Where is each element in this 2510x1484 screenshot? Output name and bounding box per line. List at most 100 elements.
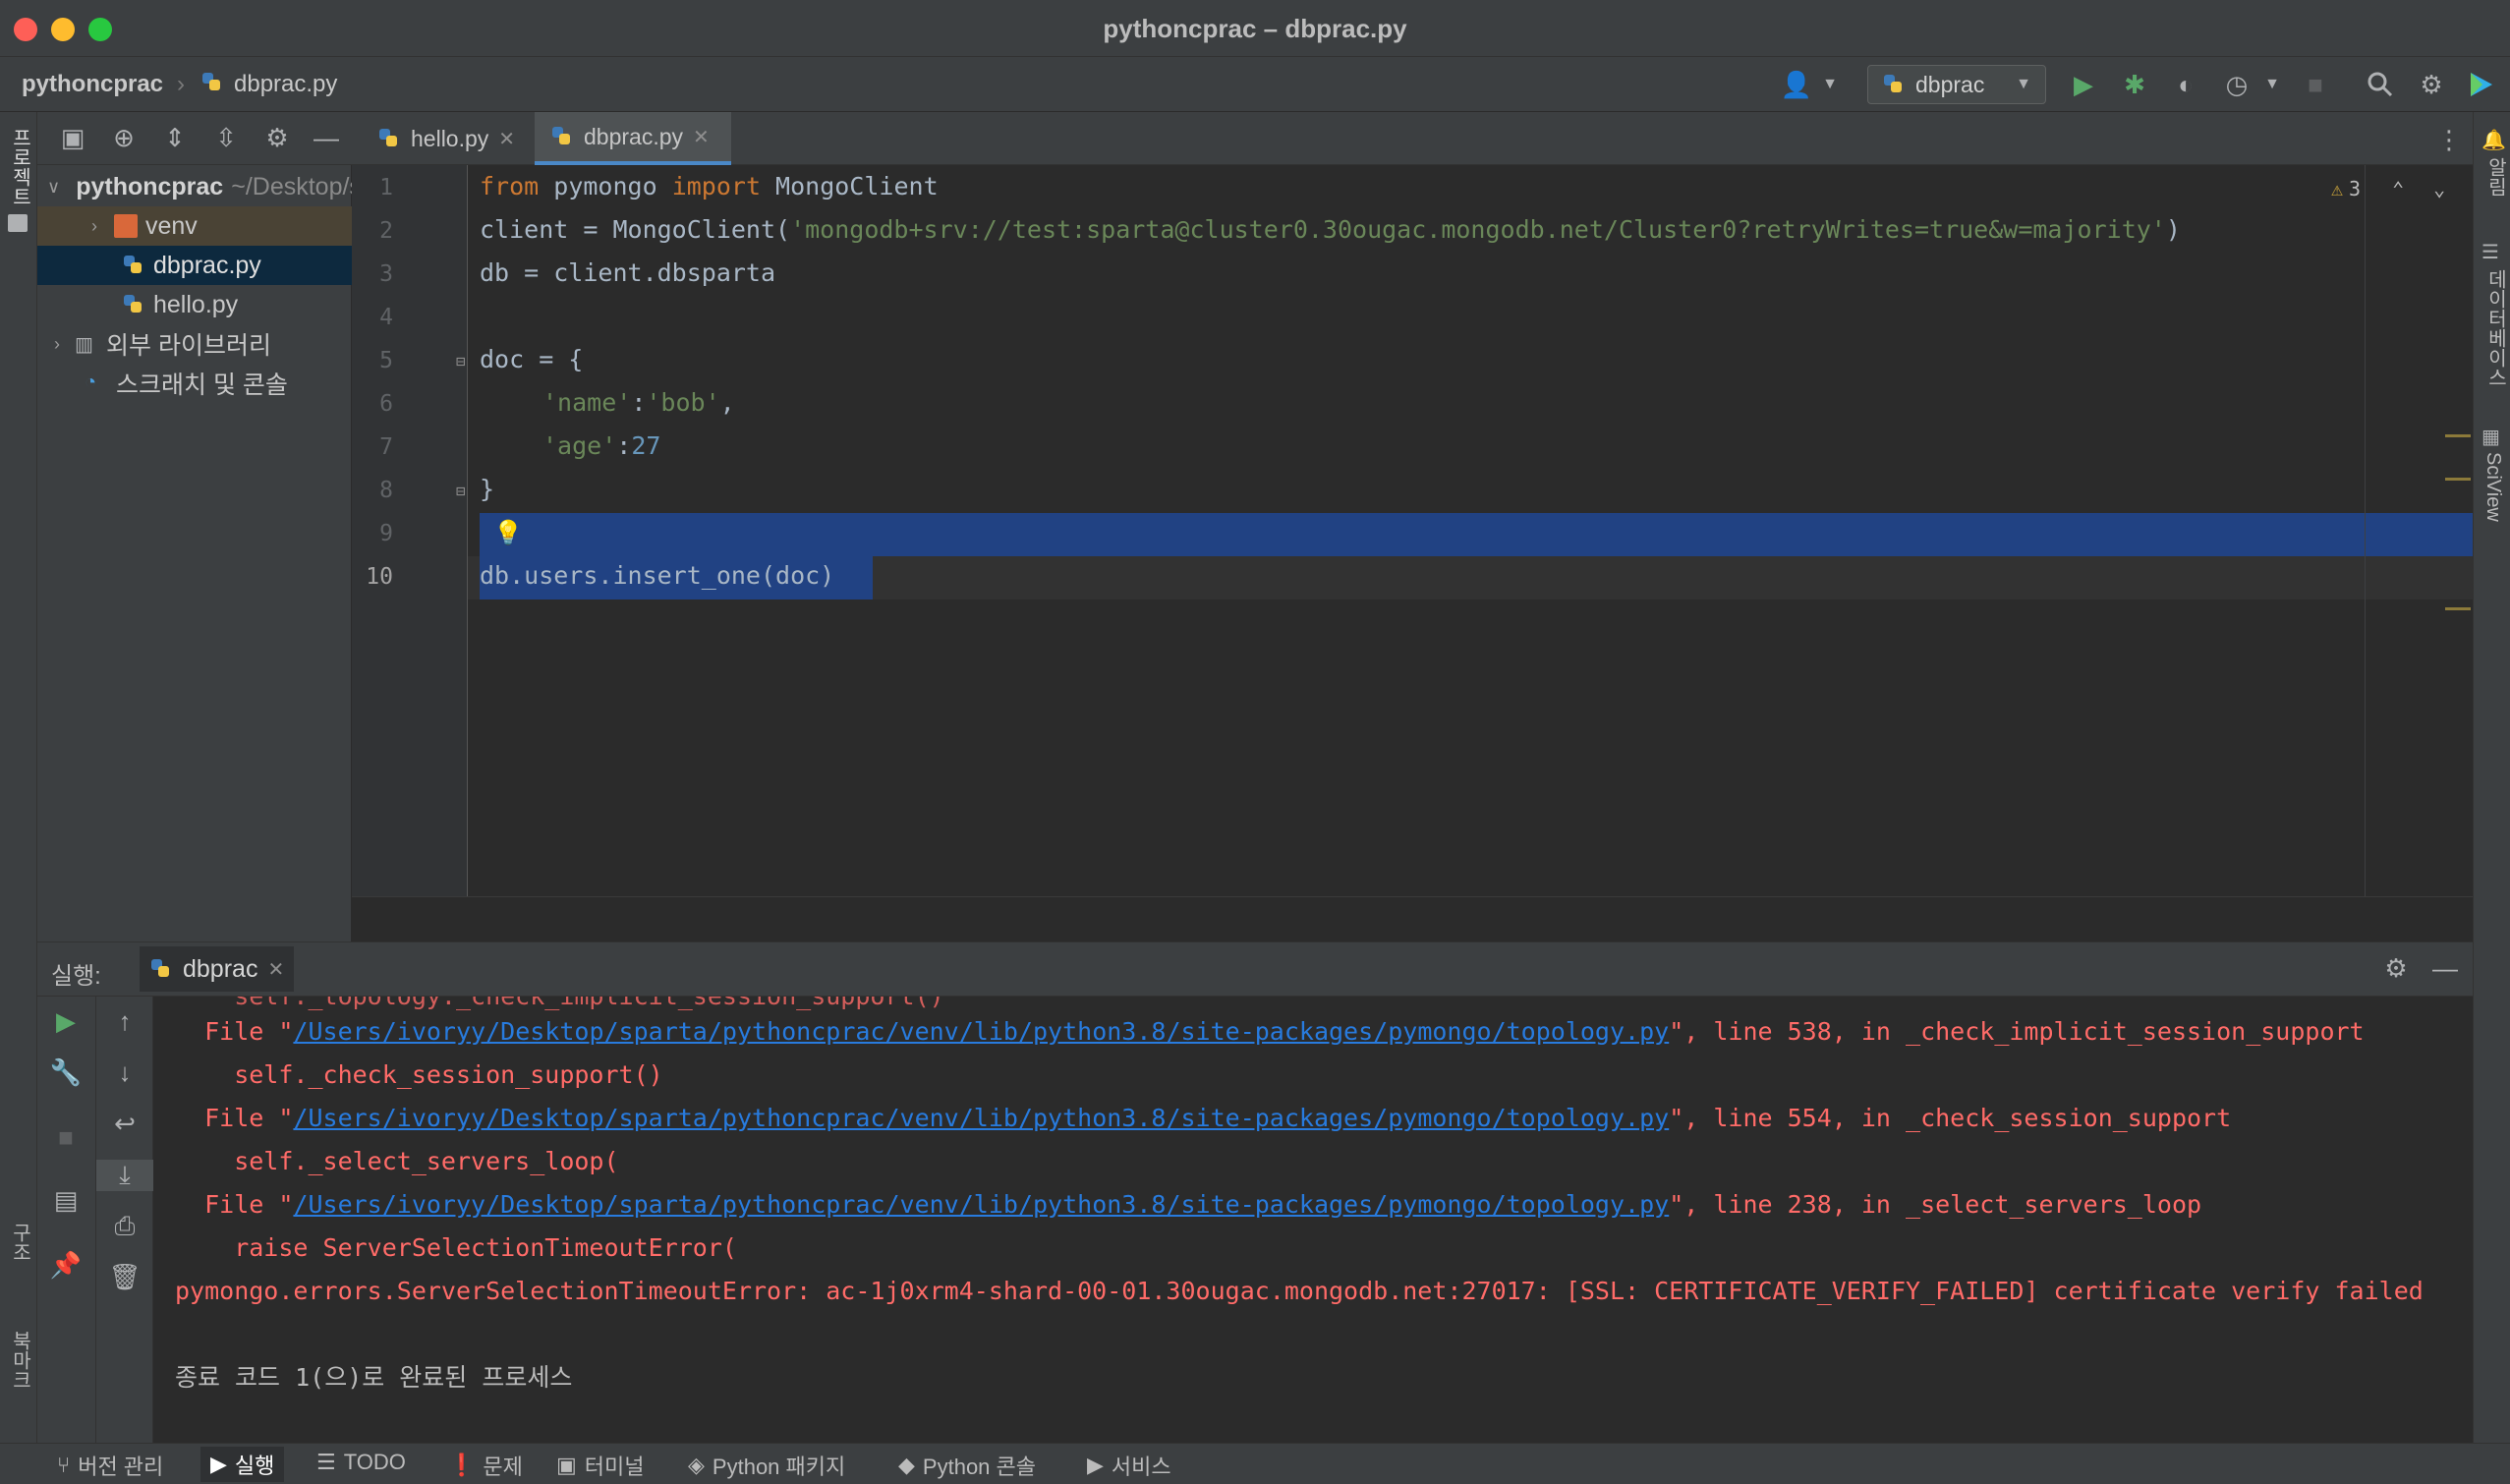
warning-stripe[interactable] <box>2445 478 2471 481</box>
close-run-tab-icon[interactable]: ✕ <box>267 957 284 982</box>
stop-icon[interactable]: ■ <box>2300 69 2331 100</box>
locate-file-icon[interactable]: ⊕ <box>108 122 140 153</box>
code-with-me-icon[interactable] <box>2465 69 2496 100</box>
stop-icon[interactable]: ■ <box>37 1122 94 1153</box>
trash-icon[interactable]: 🗑 <box>96 1262 153 1292</box>
scroll-down-icon[interactable]: ↓ <box>96 1057 153 1088</box>
pin-icon[interactable]: 📌 <box>37 1250 94 1281</box>
scroll-to-end-icon[interactable]: ⤓ <box>96 1160 153 1191</box>
run-toolbar-primary: ▶ 🔧 ■ ▤ 📌 <box>37 997 96 1443</box>
tab-hello-py[interactable]: hello.py ✕ <box>362 112 535 165</box>
run-settings-gear-icon[interactable]: ⚙ <box>2380 952 2412 984</box>
profile-icon[interactable]: ◷ <box>2221 69 2253 100</box>
scroll-up-icon[interactable]: ↑ <box>96 1006 153 1037</box>
search-icon[interactable] <box>2365 69 2396 100</box>
traceback-file-link[interactable]: /Users/ivoryy/Desktop/sparta/pythoncprac… <box>293 1104 1669 1132</box>
traceback-file-link[interactable]: /Users/ivoryy/Desktop/sparta/pythoncprac… <box>293 1190 1669 1219</box>
run-tab-dbprac[interactable]: dbprac ✕ <box>140 946 295 992</box>
tree-item-external-libraries[interactable]: › ▥ 외부 라이브러리 <box>37 324 362 364</box>
tree-item-venv[interactable]: › venv <box>37 206 399 246</box>
tree-root[interactable]: ∨ pythoncprac ~/Desktop/sparta/pythoncpr… <box>37 167 362 206</box>
python-file-icon <box>124 295 142 313</box>
notifications-tool-button[interactable]: 알림 <box>2481 157 2510 197</box>
tree-item-label: venv <box>145 211 198 240</box>
status-python-console[interactable]: ◆ Python 콘솔 <box>898 1450 1036 1481</box>
status-run[interactable]: ▶ 실행 <box>200 1447 285 1482</box>
tree-item-label: 스크래치 및 콘솔 <box>116 371 288 399</box>
line-number: 9 <box>379 521 393 546</box>
settings-gear-icon[interactable]: ⚙ <box>2416 69 2447 100</box>
traceback-file-link[interactable]: /Users/ivoryy/Desktop/sparta/pythoncprac… <box>293 1017 1669 1046</box>
python-file-icon <box>552 127 570 144</box>
warning-stripe[interactable] <box>2445 434 2471 437</box>
warning-stripe[interactable] <box>2445 607 2471 610</box>
chevron-right-icon[interactable]: › <box>47 334 67 355</box>
chevron-right-icon[interactable]: › <box>85 216 104 237</box>
database-tool-button[interactable]: 데이터베이스 <box>2481 269 2510 387</box>
status-terminal[interactable]: ▣ 터미널 <box>556 1450 645 1481</box>
line-number: 2 <box>379 218 393 244</box>
hide-panel-icon[interactable]: — <box>311 122 342 153</box>
lightbulb-icon[interactable]: 💡 <box>493 519 523 546</box>
project-tool-button[interactable]: 프로젝트 <box>6 128 34 206</box>
print-icon[interactable]: ⎙ <box>96 1211 153 1242</box>
account-icon[interactable]: 👤 <box>1781 69 1812 100</box>
hide-run-panel-icon[interactable]: — <box>2429 952 2461 984</box>
wrench-icon[interactable]: 🔧 <box>37 1057 94 1088</box>
previous-highlight-icon[interactable]: ⌃ <box>2392 177 2404 200</box>
bookmarks-tool-button[interactable]: 북마크 <box>6 1331 34 1390</box>
status-python-packages[interactable]: ◈ Python 패키지 <box>688 1450 845 1481</box>
close-tab-icon[interactable]: ✕ <box>498 127 515 151</box>
left-tool-strip: 프로젝트 구조 북마크 <box>0 112 37 1443</box>
fold-icon[interactable]: ⊟ <box>456 352 466 371</box>
status-services[interactable]: ▶ 서비스 <box>1087 1450 1171 1481</box>
line-number: 7 <box>379 434 393 460</box>
console-line: File "/Users/ivoryy/Desktop/sparta/pytho… <box>175 1190 2202 1219</box>
selection-highlight <box>480 513 2473 556</box>
coverage-icon[interactable]: ◐ <box>2170 69 2201 100</box>
run-console-output[interactable]: self._topology._check_implicit_session_s… <box>153 997 2473 1443</box>
python-console-icon: ◆ <box>898 1453 915 1477</box>
fold-end-icon[interactable]: ⊟ <box>456 482 466 500</box>
tab-dbprac-py[interactable]: dbprac.py ✕ <box>535 112 731 165</box>
status-version-control[interactable]: ⑂ 버전 관리 <box>57 1450 163 1481</box>
expand-all-icon[interactable]: ⇕ <box>159 122 191 153</box>
console-exit-message: 종료 코드 1(으)로 완료된 프로세스 <box>175 1363 573 1392</box>
layout-icon[interactable]: ▤ <box>37 1185 94 1216</box>
sciview-tool-button[interactable]: SciView <box>2481 452 2504 522</box>
sciview-icon: ▦ <box>2481 427 2500 448</box>
inspection-widget[interactable]: ⚠ 3 ⌃ ⌄ <box>2331 177 2445 200</box>
collapse-all-icon[interactable]: ⇳ <box>210 122 242 153</box>
editor-bottom-area <box>352 896 2473 942</box>
library-icon: ▥ <box>75 334 93 356</box>
debug-icon[interactable]: ✱ <box>2119 69 2150 100</box>
run-configuration-label: dbprac <box>1915 71 1985 97</box>
run-configuration-select[interactable]: dbprac ▼ <box>1867 65 2046 104</box>
structure-tool-button[interactable]: 구조 <box>6 1223 34 1262</box>
console-line: self._select_servers_loop( <box>175 1147 619 1175</box>
breadcrumb-project[interactable]: pythoncprac <box>22 71 163 98</box>
packages-icon: ◈ <box>688 1453 705 1477</box>
close-tab-icon[interactable]: ✕ <box>693 125 710 149</box>
run-icon[interactable]: ▶ <box>2068 69 2099 100</box>
code-line-5: doc = { <box>480 345 584 373</box>
status-todo[interactable]: ☰ TODO <box>316 1450 406 1475</box>
account-dropdown-icon[interactable]: ▼ <box>1814 69 1846 100</box>
chevron-down-icon[interactable]: ∨ <box>47 177 60 198</box>
soft-wrap-icon[interactable]: ↩ <box>96 1109 153 1139</box>
code-line-7: 'age':27 <box>542 431 661 460</box>
more-options-icon[interactable]: ⋮ <box>2433 124 2465 155</box>
tree-item-scratches[interactable]: ◔ 스크래치 및 콘솔 <box>37 364 399 403</box>
status-problems[interactable]: ❗ 문제 <box>448 1450 523 1481</box>
options-gear-icon[interactable]: ⚙ <box>261 122 293 153</box>
rerun-icon[interactable]: ▶ <box>37 1006 94 1037</box>
code-line-6: 'name':'bob', <box>542 388 735 417</box>
breadcrumb-file[interactable]: dbprac.py <box>234 71 337 98</box>
project-view-icon[interactable]: ▣ <box>57 122 88 153</box>
next-highlight-icon[interactable]: ⌄ <box>2433 177 2445 200</box>
code-editor[interactable]: 1 2 3 4 5 6 7 8 9 10 ⊟ ⊟ from pymongo im… <box>352 165 2473 896</box>
right-tool-strip: 🔔 알림 ☰ 데이터베이스 ▦ SciView <box>2473 112 2510 1443</box>
profile-dropdown-icon[interactable]: ▼ <box>2256 69 2288 100</box>
project-tree: ∨ pythoncprac ~/Desktop/sparta/pythoncpr… <box>37 165 436 942</box>
services-icon: ▶ <box>1087 1453 1104 1477</box>
